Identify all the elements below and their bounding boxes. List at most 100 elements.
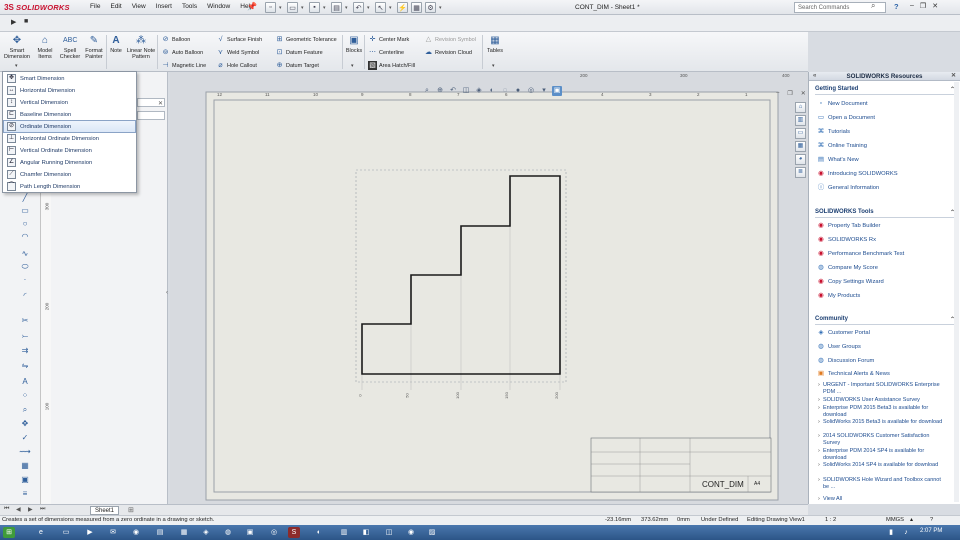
model-items-button[interactable]: ⌂ Model Items (33, 35, 57, 60)
app-icon[interactable]: ▣ (244, 527, 256, 538)
copy-settings-wizard-link[interactable]: ◉ Copy Settings Wizard (817, 278, 884, 286)
start-icon[interactable]: ⊞ (3, 527, 15, 538)
menu-insert[interactable]: Insert (156, 3, 172, 10)
app-icon[interactable]: ◫ (383, 527, 395, 538)
dd-vertical-dimension[interactable]: ↕ Vertical Dimension (4, 97, 135, 108)
open-icon[interactable]: ▭ (287, 2, 298, 13)
solidworks-logo[interactable]: 3S SOLIDWORKS (4, 2, 88, 13)
centerline-button[interactable]: ⋯ Centerline (368, 48, 404, 57)
linear-note-pattern-button[interactable]: ⁂ Linear Note Pattern (125, 35, 157, 60)
news-item[interactable]: › SolidWorks 2014 SP4 is available for do… (818, 462, 943, 469)
ordinate-label[interactable]: 100 (455, 392, 460, 399)
app-icon[interactable]: ◧ (360, 527, 372, 538)
appearances-tab-icon[interactable]: ◕ (795, 154, 806, 165)
news-item[interactable]: › Enterprise PDM 2015 Beta3 is available … (818, 405, 943, 418)
weld-symbol-button[interactable]: ⋎ Weld Symbol (216, 48, 259, 57)
dd-horizontal-dimension[interactable]: ↔ Horizontal Dimension (4, 85, 135, 96)
extend-icon[interactable]: ⤚ (19, 330, 31, 341)
edit-appearance-icon[interactable]: ● (513, 86, 523, 96)
app-icon[interactable]: ◈ (200, 527, 212, 538)
menu-tools[interactable]: Tools (182, 3, 197, 10)
app-icon[interactable]: ◉ (405, 527, 417, 538)
fillet-icon[interactable]: ◜ (19, 290, 31, 301)
app-icon[interactable]: ▤ (154, 527, 166, 538)
ordinate-label[interactable]: 0 (358, 394, 363, 396)
previous-view-icon[interactable]: ↶ (448, 86, 458, 96)
select-icon[interactable]: ↖ (375, 2, 386, 13)
tables-button[interactable]: ▦ Tables (485, 35, 505, 54)
pattern-icon[interactable]: ⁘ (19, 390, 31, 401)
general-information-link[interactable]: ⓘ General Information (817, 184, 879, 192)
relation-icon[interactable]: ⟿ (19, 446, 31, 457)
file-properties-icon[interactable]: ▦ (411, 2, 422, 13)
stop-icon[interactable]: ■ (24, 18, 28, 25)
open-document-link[interactable]: ▭ Open a Document (817, 114, 875, 122)
customer-portal-link[interactable]: ◈ Customer Portal (817, 329, 870, 337)
getting-started-heading[interactable]: Getting Started ⌃ (815, 86, 955, 95)
ie-icon[interactable]: e (35, 527, 47, 538)
news-item[interactable]: › URGENT - Important SOLIDWORKS Enterpris… (818, 382, 943, 395)
viewport-restore-icon[interactable]: ❐ (787, 90, 792, 97)
dd-path-length-dimension[interactable]: ⌒ Path Length Dimension (4, 181, 135, 192)
dd-chamfer-dimension[interactable]: ⟋ Chamfer Dimension (4, 169, 135, 180)
last-sheet-icon[interactable]: ⏭ (40, 506, 45, 513)
ellipse-icon[interactable]: ⬭ (19, 261, 31, 272)
datum-target-button[interactable]: ⊕ Datum Target (275, 61, 319, 70)
close-icon[interactable]: ✕ (932, 2, 938, 10)
dd-horizontal-ordinate-dimension[interactable]: ⊥ Horizontal Ordinate Dimension (4, 133, 135, 144)
dd-smart-dimension[interactable]: ✥ Smart Dimension (4, 73, 135, 84)
dd-vertical-ordinate-dimension[interactable]: ⊢ Vertical Ordinate Dimension (4, 145, 135, 156)
pane-close-icon[interactable]: ✕ (951, 72, 956, 81)
technical-alerts-link[interactable]: ▣ Technical Alerts & News (817, 370, 890, 378)
new-document-link[interactable]: ▫ New Document (817, 100, 868, 108)
viewport-close-icon[interactable]: ✕ (801, 90, 806, 97)
hide-show-icon[interactable]: ◌ (500, 86, 510, 96)
zoom-to-area-icon[interactable]: ⊕ (435, 86, 445, 96)
pin-menu-icon[interactable]: 📌 (247, 2, 257, 11)
spline-icon[interactable]: ∿ (19, 248, 31, 259)
compare-my-score-link[interactable]: ◍ Compare My Score (817, 264, 878, 272)
app-icon[interactable]: ▥ (338, 527, 350, 538)
next-sheet-icon[interactable]: ▶ (28, 506, 33, 513)
play-icon[interactable]: ▶ (11, 18, 16, 26)
discussion-forum-link[interactable]: ◍ Discussion Forum (817, 357, 874, 365)
app-icon[interactable]: ▦ (178, 527, 190, 538)
dd-ordinate-dimension[interactable]: ⊘ Ordinate Dimension (3, 120, 136, 133)
arc-icon[interactable]: ◠ (19, 231, 31, 242)
network-icon[interactable]: ▮ (885, 527, 897, 538)
view-orientation-icon[interactable]: ◈ (474, 86, 484, 96)
print-dropdown-icon[interactable]: ▾ (345, 2, 350, 13)
zoom-to-fit-icon[interactable]: ⌕ (422, 86, 432, 96)
status-scale[interactable]: 1 : 2 (825, 517, 836, 523)
help-tooltip-icon[interactable]: ? (930, 517, 933, 523)
offset-icon[interactable]: ⇉ (19, 345, 31, 356)
solidworks-rx-link[interactable]: ◉ SOLIDWORKS Rx (817, 236, 876, 244)
mirror-icon[interactable]: ⇋ (19, 360, 31, 371)
restore-icon[interactable]: ❐ (920, 2, 926, 10)
save-dropdown-icon[interactable]: ▾ (323, 2, 328, 13)
menu-view[interactable]: View (132, 3, 146, 10)
online-training-link[interactable]: ⌘ Online Training (817, 142, 867, 150)
table-icon[interactable]: ▦ (19, 460, 31, 471)
solidworks-tools-heading[interactable]: SOLIDWORKS Tools ⌃ (815, 209, 955, 218)
display-style-icon[interactable]: ◐ (487, 86, 497, 96)
news-item[interactable]: › Enterprise PDM 2014 SP4 is available fo… (818, 448, 943, 461)
volume-icon[interactable]: ♪ (900, 527, 912, 538)
check-icon[interactable]: ✓ (19, 432, 31, 443)
smart-dimension-dropdown-icon[interactable]: ▾ (15, 63, 18, 69)
ordinate-label[interactable]: 150 (504, 392, 509, 399)
my-products-link[interactable]: ◉ My Products (817, 292, 860, 300)
chrome-icon[interactable]: ◉ (130, 527, 142, 538)
text-icon[interactable]: A (19, 376, 31, 387)
save-icon[interactable]: ▪ (309, 2, 320, 13)
news-item[interactable]: › SOLIDWORKS Hole Wizard and Toolbox cann… (818, 477, 943, 490)
options-icon[interactable]: ⚙ (425, 2, 436, 13)
panel-input[interactable] (137, 111, 165, 120)
sheet-tab-sheet1[interactable]: Sheet1 (90, 506, 120, 515)
news-item[interactable]: › 2014 SOLIDWORKS Customer Satisfaction S… (818, 433, 943, 446)
select-dropdown-icon[interactable]: ▾ (389, 2, 394, 13)
units-dropdown-icon[interactable]: ▴ (910, 517, 913, 523)
more-icon[interactable]: ≡ (19, 488, 31, 499)
home-tab-icon[interactable]: ⌂ (795, 102, 806, 113)
note-button[interactable]: A Note (108, 35, 124, 54)
